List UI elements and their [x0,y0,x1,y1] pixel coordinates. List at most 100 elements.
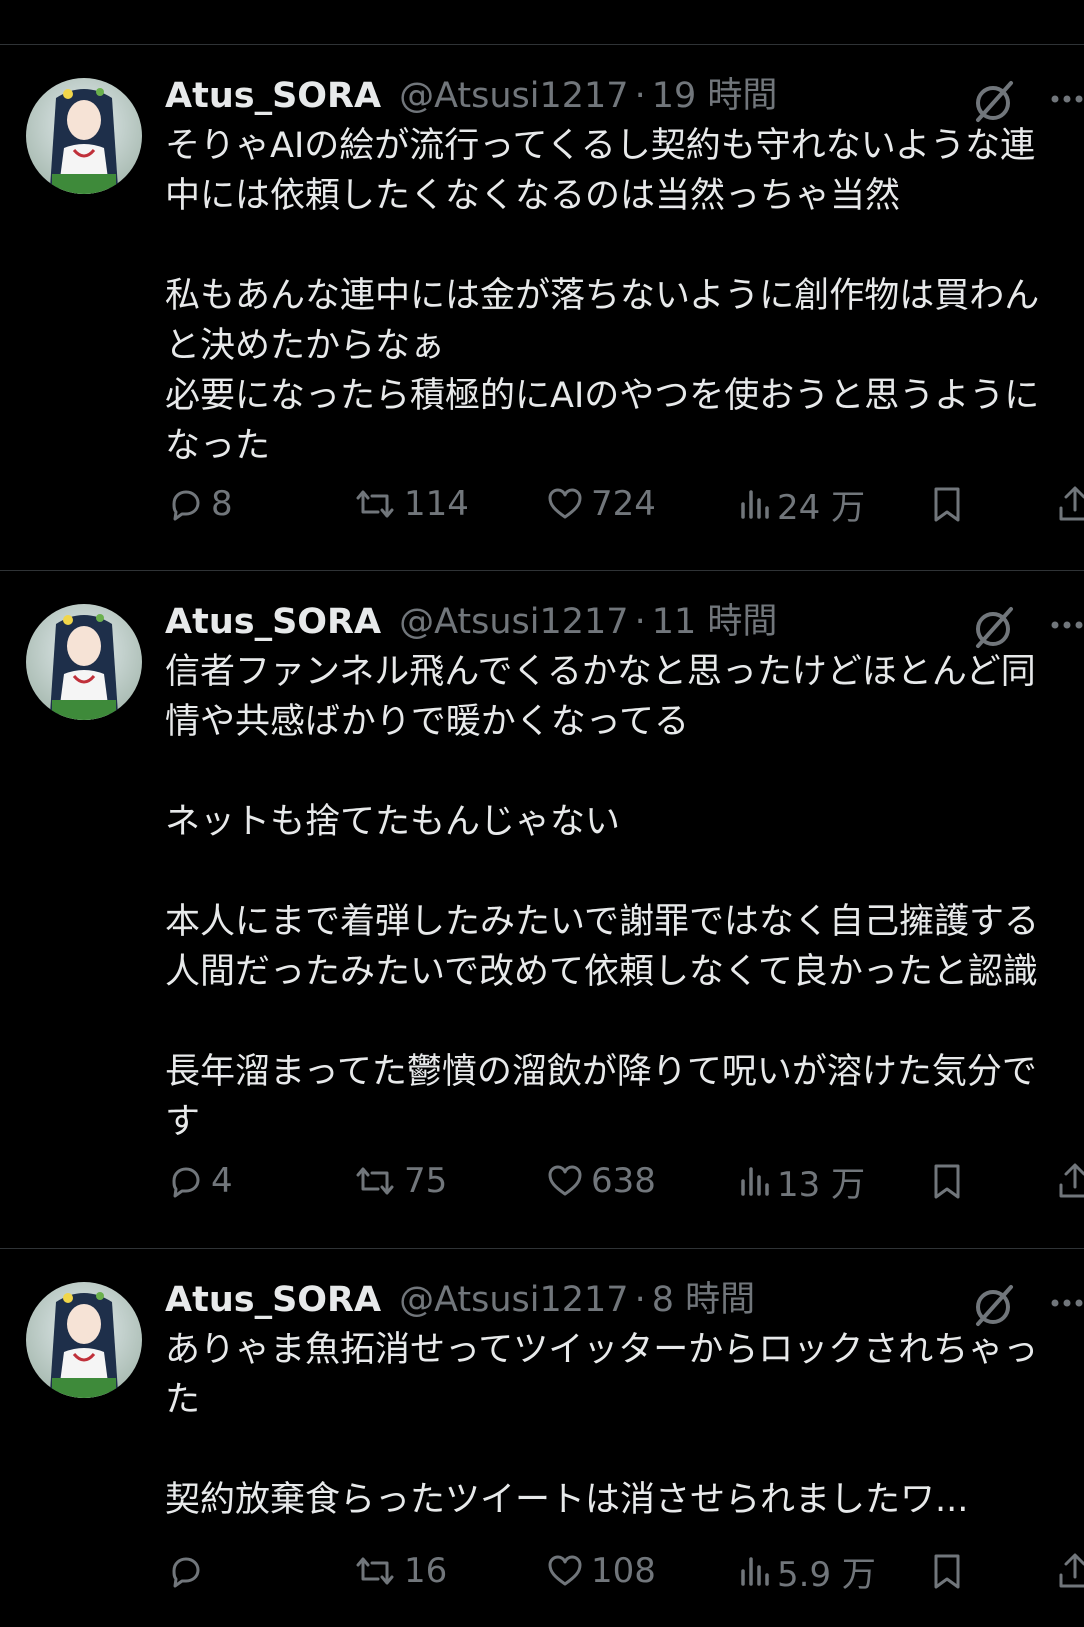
reply-icon [172,1557,200,1588]
text-line: 契約放棄食らったツイートは消させられましたワ... [165,1480,969,1520]
bookmark-button[interactable] [927,1156,967,1206]
like-icon [548,488,582,519]
retweet-count: 114 [404,484,469,524]
share-icon [1059,486,1084,521]
text-line: ネットも捨てたもんじゃない [165,802,621,842]
avatar[interactable] [26,78,142,194]
user-handle[interactable]: @Atsusi1217 [399,1275,629,1325]
action-bar: 8 114 724 24 万 [165,479,1084,529]
avatar[interactable] [26,604,142,720]
share-icon [1059,1163,1084,1198]
like-icon [548,1165,582,1196]
bookmark-button[interactable] [927,479,967,529]
reply-icon [172,1167,200,1198]
reply-count: 4 [211,1161,233,1201]
tweet[interactable]: Atus_SORA @Atsusi1217 · 11 時間 信者ファンネル飛んで… [0,571,1084,1249]
like-button[interactable]: 108 [545,1546,656,1596]
like-button[interactable]: 638 [545,1156,656,1206]
text-line: と決めたからなぁ [165,326,446,366]
retweet-button[interactable]: 75 [352,1156,447,1206]
text-line: た [165,1380,201,1420]
views-button[interactable]: 24 万 [735,479,865,529]
retweet-count: 75 [404,1161,448,1201]
timestamp[interactable]: 8 時間 [652,1275,755,1325]
bookmark-icon [934,1164,960,1199]
reply-count: 8 [211,484,233,524]
text-gap [165,747,1075,797]
tweet-text: 信者ファンネル飛んでくるかなと思ったけどほとんど同 情や共感ばかりで暖かくなって… [165,647,1075,1147]
bookmark-button[interactable] [927,1546,967,1596]
text-line: 私もあんな連中には金が落ちないように創作物は買わん [165,276,1040,316]
text-line: 長年溜まってた鬱憤の溜飲が降りて呪いが溶けた気分で [165,1052,1037,1092]
separator: · [634,76,646,116]
like-count: 638 [591,1161,656,1201]
reply-button[interactable]: 4 [165,1156,233,1206]
timestamp[interactable]: 11 時間 [652,597,778,647]
bookmark-icon [934,487,960,522]
display-name[interactable]: Atus_SORA [165,597,381,647]
share-button[interactable] [1055,1156,1084,1206]
grok-icon[interactable] [970,1281,1018,1329]
share-icon [1059,1553,1084,1588]
avatar[interactable] [26,1282,142,1398]
share-button[interactable] [1055,1546,1084,1596]
tweet-header: Atus_SORA @Atsusi1217 · 19 時間 [165,71,777,121]
views-button[interactable]: 5.9 万 [735,1546,876,1596]
views-count: 24 万 [777,487,866,528]
reply-icon [172,490,200,521]
text-line: 中には依頼したくなくなるのは当然っちゃ当然 [165,176,901,216]
retweet-button[interactable]: 114 [352,479,469,529]
like-button[interactable]: 724 [545,479,656,529]
tweet[interactable]: Atus_SORA @Atsusi1217 · 19 時間 そりゃAIの絵が流行… [0,45,1084,571]
views-icon [741,1557,769,1586]
reply-button[interactable] [165,1546,211,1596]
text-line: なった [165,426,271,466]
display-name[interactable]: Atus_SORA [165,71,381,121]
text-line: 人間だったみたいで改めて依頼しなくて良かったと認識 [165,952,1038,992]
more-icon[interactable] [1047,1281,1084,1321]
display-name[interactable]: Atus_SORA [165,1275,381,1325]
text-line: 本人にまで着弾したみたいで謝罪ではなく自己擁護する [165,902,1039,942]
share-button[interactable] [1055,479,1084,529]
top-spacer [0,0,1084,44]
more-icon[interactable] [1047,603,1084,643]
text-line: ありゃま魚拓消せってツイッターからロックされちゃっ [165,1330,1039,1370]
tweet-header: Atus_SORA @Atsusi1217 · 11 時間 [165,597,777,647]
text-line: す [165,1102,201,1142]
text-line: 情や共感ばかりで暖かくなってる [165,702,689,742]
text-line: 必要になったら積極的にAIのやつを使おうと思うように [165,376,1040,416]
tweet[interactable]: Atus_SORA @Atsusi1217 · 8 時間 ありゃま魚拓消せってツ… [0,1249,1084,1627]
text-line: 信者ファンネル飛んでくるかなと思ったけどほとんど同 [165,652,1036,692]
tweet-header: Atus_SORA @Atsusi1217 · 8 時間 [165,1275,755,1325]
grok-icon[interactable] [970,77,1018,125]
separator: · [634,1280,646,1320]
retweet-button[interactable]: 16 [352,1546,447,1596]
text-gap [165,997,1075,1047]
grok-icon[interactable] [970,603,1018,651]
separator: · [634,602,646,642]
retweet-icon [356,490,394,518]
views-count: 13 万 [777,1164,866,1205]
like-count: 108 [591,1551,656,1591]
views-icon [741,1167,769,1196]
like-count: 724 [591,484,656,524]
action-bar: 4 75 638 13 万 [165,1156,1084,1206]
retweet-icon [356,1557,394,1585]
text-gap [165,221,1075,271]
tweet-text: そりゃAIの絵が流行ってくるし契約も守れないような連 中には依頼したくなくなるの… [165,121,1075,471]
bookmark-icon [934,1554,960,1589]
views-icon [741,490,769,519]
more-icon[interactable] [1047,77,1084,117]
retweet-count: 16 [404,1551,448,1591]
retweet-icon [356,1167,394,1195]
reply-button[interactable]: 8 [165,479,233,529]
text-line: そりゃAIの絵が流行ってくるし契約も守れないような連 [165,126,1036,166]
text-gap [165,1425,1075,1475]
action-bar: 16 108 5.9 万 [165,1546,1084,1596]
user-handle[interactable]: @Atsusi1217 [399,597,629,647]
text-gap [165,847,1075,897]
user-handle[interactable]: @Atsusi1217 [399,71,629,121]
tweet-text: ありゃま魚拓消せってツイッターからロックされちゃっ た 契約放棄食らったツイート… [165,1325,1075,1525]
views-button[interactable]: 13 万 [735,1156,865,1206]
timestamp[interactable]: 19 時間 [652,71,778,121]
